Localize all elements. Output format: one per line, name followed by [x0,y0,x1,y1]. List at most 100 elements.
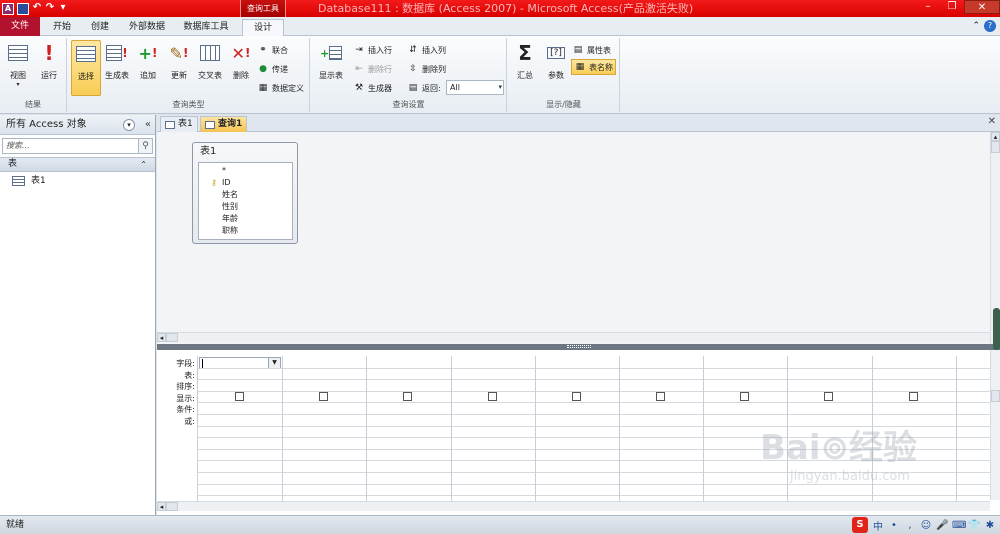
select-query-button[interactable]: 选择 [71,40,101,96]
field-item[interactable]: * [199,165,292,177]
crosstab-button[interactable]: 交叉表 [195,40,225,96]
show-checkbox[interactable] [235,392,244,402]
union-button[interactable]: ⚭ 联合 [257,42,288,58]
sogou-ime-icon[interactable]: S [852,517,868,533]
scroll-thumb[interactable] [991,390,1000,402]
field-item[interactable]: 年龄 [199,213,292,225]
field-item[interactable]: 姓名 [199,189,292,201]
scroll-thumb[interactable] [166,333,178,342]
collapse-pane-icon[interactable]: « [145,115,151,135]
scroll-thumb[interactable] [991,141,1000,153]
group-results: 视图 ▾ ! 运行 结果 [0,38,67,112]
ime-voice-icon[interactable]: 🎤 [936,520,948,531]
insert-columns-button[interactable]: ⇵ 插入列 [407,42,446,58]
tab-create[interactable]: 创建 [84,19,116,36]
show-table-button[interactable]: + 显示表 [315,40,347,96]
delete-rows-icon: ⇤ [355,64,363,74]
delete-columns-button[interactable]: ⇳ 删除列 [407,61,446,77]
row-label-field: 字段: [176,359,195,368]
delete-rows-button[interactable]: ⇤ 删除行 [353,61,392,77]
show-checkbox[interactable] [824,392,834,402]
chevron-down-icon[interactable]: ▼ [268,358,280,368]
tab-file[interactable]: 文件 [0,17,40,36]
make-table-icon: ! [106,42,128,64]
scroll-left-icon[interactable]: ◂ [157,502,166,511]
parameters-button[interactable]: [?] 参数 [541,40,571,96]
row-label-table: 表: [184,370,195,380]
totals-button[interactable]: Σ 汇总 [510,40,540,96]
close-icon[interactable]: ✕ [988,116,996,127]
doc-tab-table1[interactable]: 表1 [160,116,198,132]
grid-column-line [450,356,452,501]
nav-group-tables[interactable]: 表 ⌃ [0,157,155,172]
field-list-title: 表1 [200,146,217,157]
undo-icon[interactable]: ↶ [32,2,42,15]
restore-button[interactable]: ❐ [940,0,964,14]
customize-qat-icon[interactable]: ▾ [58,2,68,15]
minimize-button[interactable]: – [916,0,940,14]
grid-vertical-scrollbar[interactable] [990,350,1000,500]
run-button[interactable]: ! 运行 [34,40,64,96]
doc-tab-query1[interactable]: 查询1 [200,116,248,132]
search-icon[interactable]: ⚲ [138,139,152,153]
field-item-primary-key[interactable]: ⚷ ID [199,177,292,189]
access-app-icon[interactable]: A [2,2,14,15]
show-checkbox[interactable] [403,392,413,402]
chevron-down-icon[interactable]: ▾ [123,119,135,131]
scroll-up-icon[interactable]: ▴ [991,132,1000,141]
ime-skin-icon[interactable]: 👕 [968,520,980,531]
tab-external-data[interactable]: 外部数据 [124,19,170,36]
ime-halfwidth-icon[interactable]: • [888,520,900,531]
show-checkbox[interactable] [908,392,918,402]
pass-through-button[interactable]: ● 传递 [257,61,288,77]
upper-horizontal-scrollbar[interactable]: ◂ [157,332,990,342]
close-button[interactable]: ✕ [964,0,1000,14]
delete-query-button[interactable]: ✕! 删除 [226,40,256,96]
show-checkbox[interactable] [740,392,750,402]
table-names-button[interactable]: ▦ 表名称 [571,59,616,75]
nav-item-table[interactable]: 表1 [0,172,155,190]
update-button[interactable]: ✎! 更新 [164,40,194,96]
make-table-button[interactable]: ! 生成表 [102,40,132,96]
row-label-criteria: 条件: [176,405,195,415]
property-sheet-button[interactable]: ▤ 属性表 [572,42,611,58]
field-item[interactable]: 职称 [199,225,292,237]
globe-icon: ● [259,64,267,74]
tab-home[interactable]: 开始 [46,19,78,36]
show-checkbox[interactable] [656,392,665,402]
view-button[interactable]: 视图 ▾ [3,40,33,96]
row-label-show: 显示: [176,393,195,403]
return-combo[interactable]: All ▾ [446,80,504,95]
field-item[interactable]: 性别 [199,201,292,213]
data-definition-button[interactable]: ▦ 数据定义 [257,80,304,96]
show-checkbox[interactable] [487,392,497,402]
side-gadget-handle[interactable] [993,308,1000,350]
field-list-window[interactable]: 表1 * ⚷ ID 姓名 性别 年龄 职称 [192,142,298,244]
builder-button[interactable]: ⚒ 生成器 [353,80,392,96]
tab-design[interactable]: 设计 [242,19,284,36]
crosstab-icon [199,42,221,64]
insert-rows-button[interactable]: ⇥ 插入行 [353,42,392,58]
show-checkbox[interactable] [571,392,581,402]
scroll-thumb[interactable] [166,502,178,511]
append-button[interactable]: +! 追加 [133,40,163,96]
scroll-left-icon[interactable]: ◂ [157,333,166,342]
tab-database-tools[interactable]: 数据库工具 [178,19,234,36]
nav-header[interactable]: 所有 Access 对象 ▾ « [0,115,155,135]
ime-chinese-mode-icon[interactable]: 中 [872,518,884,533]
redo-icon[interactable]: ↷ [45,2,55,15]
ime-emoji-icon[interactable]: ☺ [920,520,932,531]
show-checkbox[interactable] [319,392,329,402]
nav-search-input[interactable]: 搜索... ⚲ [2,138,153,154]
window-title: Database111 : 数据库 (Access 2007) - Micros… [318,2,694,15]
sigma-icon: Σ [518,41,532,65]
save-icon[interactable] [17,2,29,15]
ime-punctuation-icon[interactable]: , [904,520,916,531]
delete-columns-icon: ⇳ [409,64,417,74]
ime-keyboard-icon[interactable]: ⌨ [952,520,966,531]
window-controls: – ❐ ✕ [916,0,1000,14]
ribbon-minimize-icon[interactable]: ⌃ [972,21,980,31]
ime-tools-icon[interactable]: ✱ [984,520,996,531]
chevron-up-icon[interactable]: ⌃ [140,158,147,171]
help-icon[interactable]: ? [984,20,996,32]
